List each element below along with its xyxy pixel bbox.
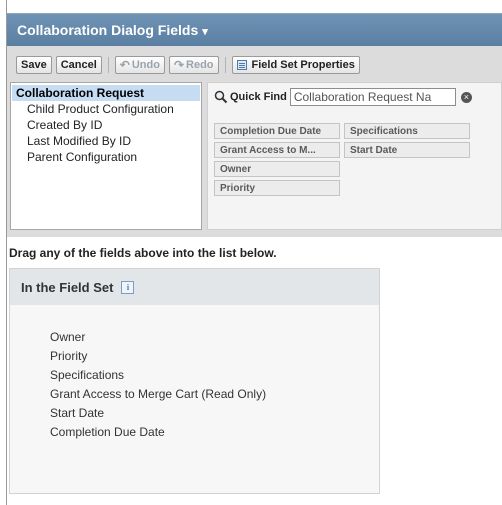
dropdown-caret-icon[interactable]: ▾ (202, 25, 208, 38)
available-fields-column-2: Specifications Start Date (344, 123, 470, 161)
redo-button[interactable]: ↷ Redo (168, 56, 219, 74)
field-set-item-priority[interactable]: Priority (50, 347, 379, 366)
quick-find-row: Quick Find × (214, 88, 472, 106)
object-item-created-by-id[interactable]: Created By ID (11, 117, 201, 133)
field-set-properties-label: Field Set Properties (251, 59, 355, 71)
field-set-container: In the Field Set i Owner Priority Specif… (9, 268, 380, 494)
field-set-list: Owner Priority Specifications Grant Acce… (10, 305, 379, 442)
field-set-item-grant-access[interactable]: Grant Access to Merge Cart (Read Only) (50, 385, 379, 404)
quick-find-input[interactable] (289, 88, 456, 106)
drag-hint-text: Drag any of the fields above into the li… (9, 246, 277, 260)
redo-icon: ↷ (173, 58, 185, 72)
panel-header[interactable]: Collaboration Dialog Fields ▾ (7, 14, 502, 46)
field-set-properties-button[interactable]: Field Set Properties (231, 56, 360, 74)
field-chip-priority[interactable]: Priority (214, 180, 340, 196)
available-fields-area: Quick Find × Completion Due Date Grant A… (207, 82, 502, 230)
undo-icon: ↶ (119, 58, 130, 72)
field-set-header: In the Field Set i (10, 269, 379, 305)
properties-icon (236, 60, 247, 70)
undo-button[interactable]: ↶ Undo (114, 56, 165, 74)
field-set-item-owner[interactable]: Owner (50, 328, 379, 347)
redo-label: Redo (186, 59, 214, 71)
field-set-title: In the Field Set (21, 279, 114, 295)
quick-find-label: Quick Find (230, 91, 287, 103)
cancel-button[interactable]: Cancel (55, 56, 102, 74)
field-chip-owner[interactable]: Owner (214, 161, 340, 177)
field-chip-completion-due-date[interactable]: Completion Due Date (214, 123, 340, 139)
search-icon (214, 90, 228, 104)
toolbar-separator (224, 57, 226, 73)
object-list: Collaboration Request Child Product Conf… (10, 82, 202, 230)
object-item-child-product-configuration[interactable]: Child Product Configuration (11, 101, 201, 117)
field-set-item-specifications[interactable]: Specifications (50, 366, 379, 385)
field-chip-start-date[interactable]: Start Date (344, 142, 470, 158)
field-chip-grant-access[interactable]: Grant Access to M... (214, 142, 340, 158)
toolbar-separator (107, 57, 109, 73)
field-set-editor-panel: Collaboration Dialog Fields ▾ Save Cance… (7, 13, 502, 237)
available-fields-column-1: Completion Due Date Grant Access to M...… (214, 123, 340, 199)
save-button[interactable]: Save (16, 56, 52, 74)
info-icon[interactable]: i (121, 280, 135, 294)
panel-title: Collaboration Dialog Fields (17, 22, 199, 38)
clear-icon[interactable]: × (460, 91, 472, 103)
field-set-item-start-date[interactable]: Start Date (50, 404, 379, 423)
toolbar: Save Cancel ↶ Undo ↷ Redo Field Set Prop… (7, 50, 502, 80)
undo-label: Undo (131, 59, 160, 71)
field-chip-specifications[interactable]: Specifications (344, 123, 470, 139)
field-set-item-completion-due-date[interactable]: Completion Due Date (50, 423, 379, 442)
object-item-last-modified-by-id[interactable]: Last Modified By ID (11, 133, 201, 149)
object-item-collaboration-request[interactable]: Collaboration Request (12, 85, 200, 101)
object-item-parent-configuration[interactable]: Parent Configuration (11, 149, 201, 165)
